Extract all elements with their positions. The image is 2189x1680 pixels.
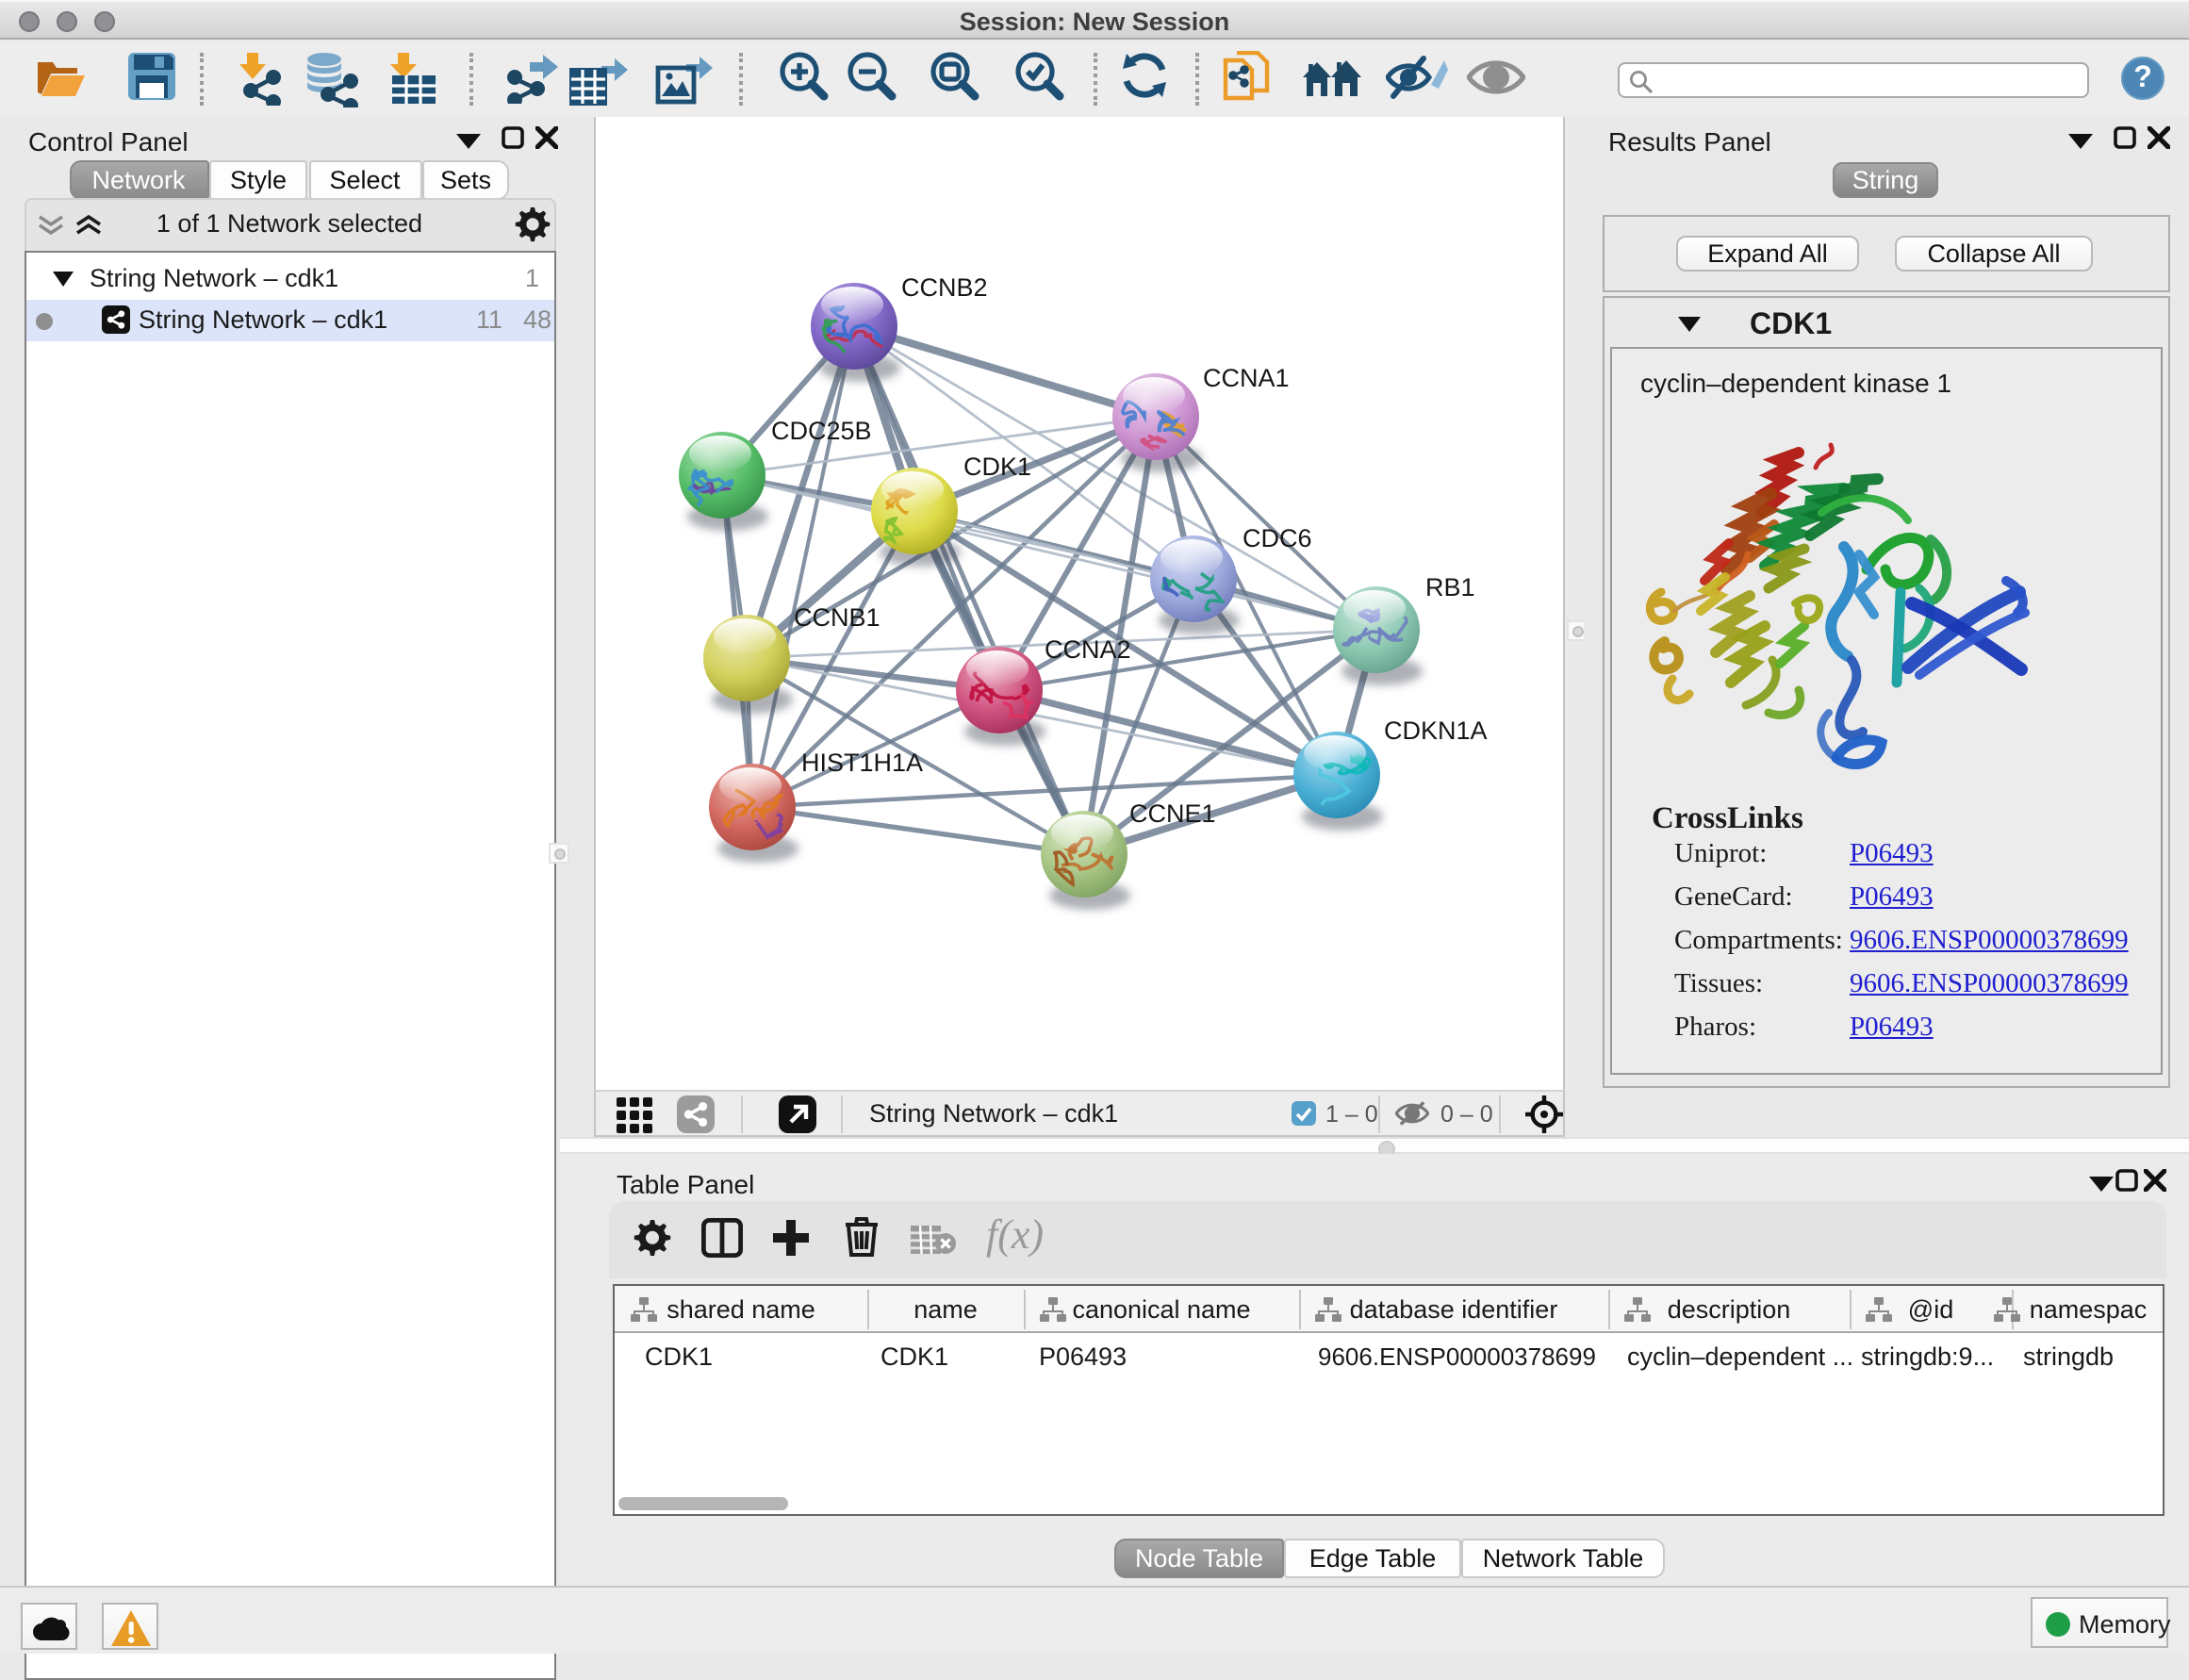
- svg-text:RB1: RB1: [1425, 573, 1475, 601]
- svg-text:CCNA2: CCNA2: [1045, 635, 1131, 664]
- svg-text:HIST1H1A: HIST1H1A: [801, 749, 923, 777]
- svg-text:CDKN1A: CDKN1A: [1384, 716, 1488, 745]
- svg-text:CDC25B: CDC25B: [771, 417, 872, 445]
- svg-text:CDK1: CDK1: [963, 453, 1031, 481]
- svg-text:CCNB1: CCNB1: [794, 603, 881, 632]
- svg-text:CDC6: CDC6: [1243, 524, 1312, 552]
- svg-text:CCNE1: CCNE1: [1129, 799, 1216, 828]
- svg-text:CCNA1: CCNA1: [1203, 364, 1290, 392]
- svg-text:CCNB2: CCNB2: [901, 273, 988, 302]
